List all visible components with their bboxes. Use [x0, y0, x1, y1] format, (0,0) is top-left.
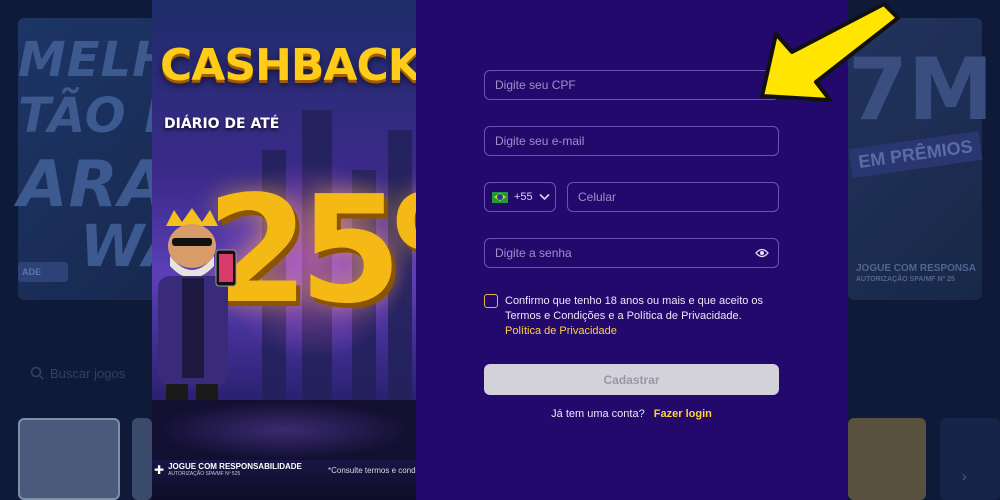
background-game-tile — [848, 418, 926, 500]
responsible-gaming-title: JOGUE COM RESPONSABILIDADE — [168, 462, 302, 471]
age-consent-label: Confirmo que tenho 18 anos ou mais e que… — [505, 295, 764, 322]
background-game-tile — [132, 418, 152, 500]
background-banner-text: ARA — [18, 148, 170, 222]
terms-note: *Consulte termos e cond — [328, 466, 416, 475]
background-responsible-sub: AUTORIZAÇÃO SPA/MF Nº 25 — [856, 276, 955, 283]
login-prompt: Já tem uma conta? — [551, 408, 645, 420]
background-search-placeholder: Buscar jogos — [50, 366, 126, 381]
age-consent-checkbox[interactable] — [484, 294, 498, 308]
login-prompt-row: Já tem uma conta? Fazer login — [484, 408, 779, 420]
chevron-right-icon: › — [962, 468, 967, 484]
cashback-promo-image: CASHBACK DIÁRIO DE ATÉ 25% ✚ JOGUE COM R… — [152, 0, 416, 500]
cpf-field — [484, 70, 779, 100]
phone-field — [567, 182, 779, 212]
background-game-tile — [940, 418, 1000, 500]
chevron-down-icon — [539, 193, 550, 201]
login-link[interactable]: Fazer login — [654, 408, 712, 420]
promo-subline: DIÁRIO DE ATÉ — [164, 116, 280, 132]
plus-18-icon: ✚ — [154, 462, 165, 477]
register-button[interactable]: Cadastrar — [484, 364, 779, 395]
privacy-policy-link[interactable]: Política de Privacidade — [505, 324, 784, 339]
age-consent-row: Confirmo que tenho 18 anos ou mais e que… — [484, 294, 784, 339]
search-icon — [30, 366, 44, 380]
eye-icon[interactable] — [755, 247, 769, 259]
responsible-gaming-badge: ✚ JOGUE COM RESPONSABILIDADE AUTORIZAÇÃO… — [154, 462, 302, 477]
cpf-input[interactable] — [485, 78, 778, 92]
password-input[interactable] — [485, 246, 778, 260]
responsible-gaming-sub: AUTORIZAÇÃO SPA/MF Nº 525 — [168, 471, 241, 477]
background-responsible-text: JOGUE COM RESPONSA AUTORIZAÇÃO SPA/MF Nº… — [856, 263, 976, 283]
brazil-flag-icon — [492, 191, 508, 203]
email-input[interactable] — [485, 134, 778, 148]
country-code-select[interactable]: +55 — [484, 182, 556, 212]
arrow-pointer-icon — [760, 2, 900, 102]
background-search: Buscar jogos — [30, 366, 125, 381]
background-responsible-title: JOGUE COM RESPONSA — [856, 263, 977, 274]
email-field — [484, 126, 779, 156]
mascot-illustration — [158, 208, 237, 402]
phone-input[interactable] — [568, 190, 778, 204]
background-game-tile — [18, 418, 120, 500]
background-banner-tag: ADE — [18, 262, 68, 282]
age-consent-text: Confirmo que tenho 18 anos ou mais e que… — [505, 294, 784, 339]
promo-headline: CASHBACK — [160, 40, 416, 91]
password-field — [484, 238, 779, 268]
country-code-value: +55 — [514, 191, 533, 203]
